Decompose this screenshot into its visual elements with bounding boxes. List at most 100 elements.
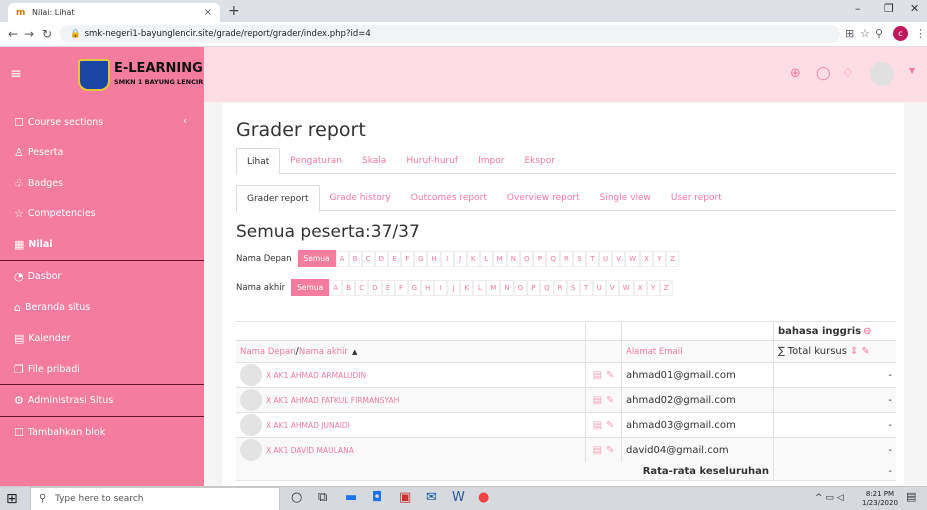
sidebar-item-kalender[interactable]: ▤ Kalender: [14, 332, 71, 345]
last-name-letter-r[interactable]: R: [553, 279, 567, 296]
sort-last-name-link[interactable]: Nama akhir: [299, 347, 348, 357]
store-icon[interactable]: ◘: [372, 490, 382, 505]
last-name-letter-f[interactable]: F: [394, 279, 408, 296]
last-name-letter-d[interactable]: D: [368, 279, 382, 296]
collapse-category-icon[interactable]: ⊖: [863, 326, 871, 337]
first-name-letter-y[interactable]: Y: [653, 250, 667, 267]
collapse-chevron-icon[interactable]: ‹: [183, 116, 187, 127]
user-report-icon[interactable]: ▤: [593, 370, 602, 381]
first-name-letter-b[interactable]: B: [348, 250, 362, 267]
user-avatar[interactable]: [870, 62, 894, 86]
extension-icon[interactable]: ⚲: [875, 27, 883, 40]
taskbar-clock[interactable]: 8:21 PM 1/23/2020: [862, 490, 898, 508]
last-name-letter-m[interactable]: M: [486, 279, 501, 296]
user-menu-caret-icon[interactable]: ▼: [909, 66, 915, 75]
tab-lihat[interactable]: Lihat: [236, 148, 281, 175]
user-report-icon[interactable]: ▤: [593, 420, 602, 431]
tab-skala[interactable]: Skala: [352, 148, 396, 173]
first-name-letter-i[interactable]: I: [440, 250, 454, 267]
user-report-icon[interactable]: ▤: [593, 395, 602, 406]
windows-start-icon[interactable]: ⊞: [6, 491, 18, 507]
url-field[interactable]: 🔒 smk-negeri1-bayunglencir.site/grade/rep…: [60, 25, 840, 43]
last-name-letter-i[interactable]: I: [434, 279, 448, 296]
word-icon[interactable]: W: [452, 490, 465, 505]
sort-first-name-link[interactable]: Nama Depan: [240, 347, 296, 357]
taskbar-search[interactable]: ⚲ Type here to search: [30, 487, 280, 510]
sidebar-item-peserta[interactable]: ♙ Peserta: [14, 146, 63, 159]
sort-total-icon[interactable]: ⇕: [850, 346, 858, 357]
new-tab-icon[interactable]: +: [228, 3, 240, 19]
last-name-letter-t[interactable]: T: [579, 279, 593, 296]
edit-total-icon[interactable]: ✎: [861, 346, 869, 357]
tab-pengaturan[interactable]: Pengaturan: [280, 148, 352, 173]
last-name-letter-b[interactable]: B: [342, 279, 356, 296]
sidebar-item-nilai[interactable]: ▦ Nilai: [14, 238, 53, 251]
total-grade-cell[interactable]: -: [774, 413, 896, 437]
chrome-icon[interactable]: ●: [478, 490, 489, 505]
first-name-letter-t[interactable]: T: [585, 250, 599, 267]
notification-center-icon[interactable]: ▤: [906, 490, 916, 503]
tray-icons[interactable]: ^ ▭ ◁: [815, 493, 844, 503]
first-name-letter-h[interactable]: H: [427, 250, 441, 267]
browser-menu-icon[interactable]: ⋮: [915, 27, 926, 40]
window-close-icon[interactable]: ✕: [910, 2, 919, 15]
first-name-letter-x[interactable]: X: [640, 250, 654, 267]
last-name-letter-x[interactable]: X: [633, 279, 647, 296]
translate-icon[interactable]: ⊞: [845, 27, 854, 40]
task-view-icon[interactable]: ⧉: [318, 490, 327, 505]
student-name-link[interactable]: X AK1 DAVID MAULANA: [266, 446, 354, 455]
user-report-icon[interactable]: ▤: [593, 445, 602, 456]
total-grade-cell[interactable]: -: [774, 438, 896, 462]
single-view-edit-icon[interactable]: ✎: [606, 395, 614, 406]
total-grade-cell[interactable]: -: [774, 363, 896, 387]
first-name-letter-e[interactable]: E: [387, 250, 401, 267]
minimize-icon[interactable]: –: [855, 2, 861, 15]
student-name-link[interactable]: X AK1 AHMAD FATKUL FIRMANSYAH: [266, 396, 399, 405]
tab-user-report[interactable]: User report: [661, 185, 732, 210]
mail-icon[interactable]: ✉: [426, 490, 437, 505]
first-name-letter-r[interactable]: R: [559, 250, 573, 267]
first-name-letter-c[interactable]: C: [361, 250, 375, 267]
tab-overview-report[interactable]: Overview report: [497, 185, 590, 210]
cortana-icon[interactable]: ○: [291, 490, 302, 505]
last-name-letter-a[interactable]: A: [329, 279, 343, 296]
tab-outcomes-report[interactable]: Outcomes report: [401, 185, 497, 210]
last-name-letter-o[interactable]: O: [513, 279, 528, 296]
close-tab-icon[interactable]: ×: [204, 7, 212, 18]
last-name-letter-g[interactable]: G: [407, 279, 421, 296]
messages-icon[interactable]: ◯: [816, 66, 831, 81]
single-view-edit-icon[interactable]: ✎: [606, 445, 614, 456]
language-globe-icon[interactable]: ⊕: [790, 66, 801, 81]
last-name-letter-e[interactable]: E: [381, 279, 395, 296]
last-name-letter-n[interactable]: N: [500, 279, 514, 296]
first-name-letter-j[interactable]: J: [453, 250, 467, 267]
first-name-letter-q[interactable]: Q: [546, 250, 560, 267]
sidebar-item-file-pribadi[interactable]: ❐ File pribadi: [14, 363, 80, 376]
first-name-letter-z[interactable]: Z: [666, 250, 680, 267]
browser-tab[interactable]: m Nilai: Lihat ×: [8, 3, 220, 22]
first-name-letter-m[interactable]: M: [492, 250, 507, 267]
reload-icon[interactable]: ↻: [42, 27, 52, 41]
last-name-all-button[interactable]: Semua: [291, 279, 330, 296]
last-name-letter-q[interactable]: Q: [540, 279, 554, 296]
profile-avatar[interactable]: c: [893, 26, 908, 41]
last-name-letter-s[interactable]: S: [566, 279, 580, 296]
first-name-letter-n[interactable]: N: [506, 250, 520, 267]
first-name-letter-f[interactable]: F: [400, 250, 414, 267]
student-name-link[interactable]: X AK1 AHMAD JUNAIDI: [266, 421, 350, 430]
email-column-header[interactable]: Alamat Email: [626, 347, 683, 357]
office-icon[interactable]: ▣: [399, 490, 411, 505]
first-name-letter-p[interactable]: P: [533, 250, 547, 267]
restore-icon[interactable]: ❐: [884, 2, 894, 15]
tab-grader-report[interactable]: Grader report: [236, 185, 320, 212]
site-logo[interactable]: E-LEARNING SMKN 1 BAYUNG LENCIR: [32, 47, 204, 102]
last-name-letter-w[interactable]: W: [618, 279, 634, 296]
sidebar-item-administrasi[interactable]: ⚙ Administrasi Situs: [14, 394, 113, 407]
tab-grade-history[interactable]: Grade history: [320, 185, 401, 210]
total-grade-cell[interactable]: -: [774, 388, 896, 412]
sidebar-item-beranda[interactable]: ⌂ Beranda situs: [14, 301, 90, 314]
first-name-letter-u[interactable]: U: [598, 250, 613, 267]
hamburger-menu-icon[interactable]: ≡: [0, 47, 32, 102]
last-name-letter-k[interactable]: K: [460, 279, 474, 296]
first-name-letter-s[interactable]: S: [572, 250, 586, 267]
